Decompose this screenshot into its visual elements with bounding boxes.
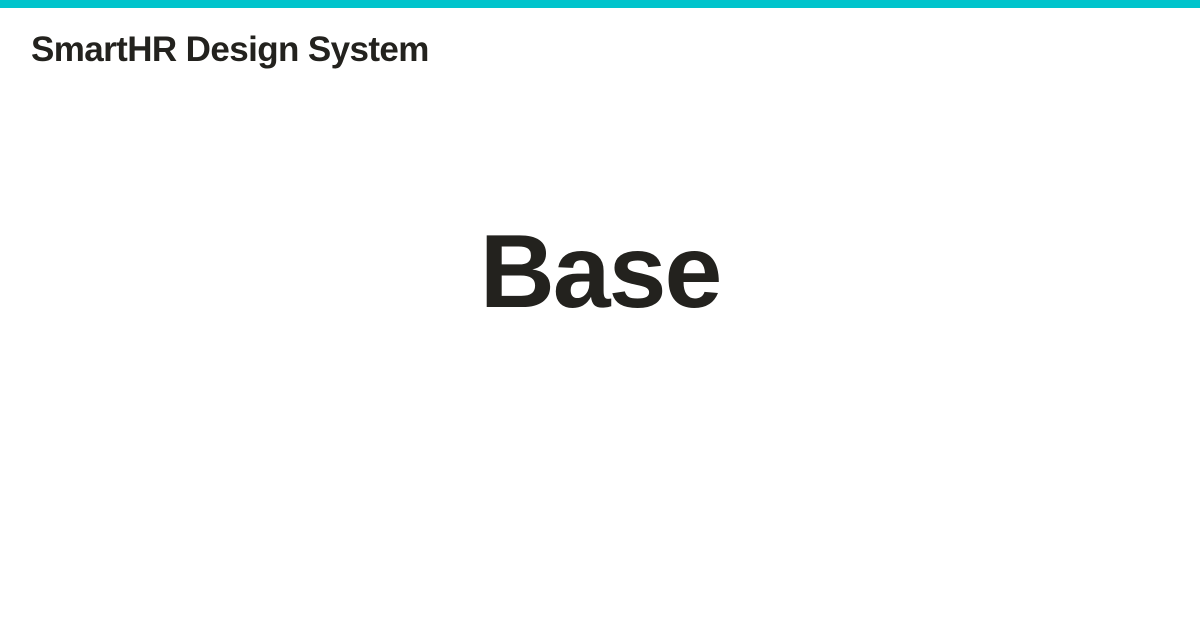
og-image-card: SmartHR Design System Base bbox=[0, 0, 1200, 630]
page-title: Base bbox=[479, 214, 723, 330]
accent-bar bbox=[0, 0, 1200, 8]
brand-title: SmartHR Design System bbox=[31, 30, 429, 69]
